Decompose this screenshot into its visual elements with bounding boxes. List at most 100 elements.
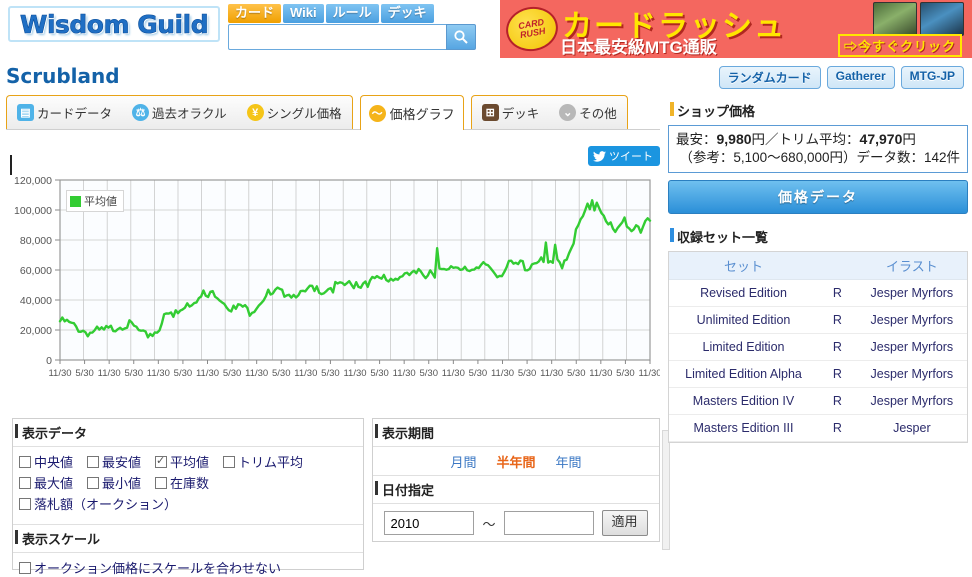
checkbox-row-2: 最大値 最小値 在庫数 <box>19 473 357 492</box>
checkbox-median-box[interactable] <box>19 455 31 468</box>
rarity-cell: R <box>818 306 857 334</box>
tab-past-oracle[interactable]: ⚖ 過去オラクル <box>122 96 237 129</box>
svg-text:60,000: 60,000 <box>20 265 52 277</box>
checkbox-average[interactable]: 平均値 <box>155 452 209 471</box>
set-name-cell[interactable]: Limited Edition <box>669 333 818 361</box>
period-options: 月間 半年間 年間 <box>373 447 659 475</box>
nav-tab-card[interactable]: カード <box>228 4 282 23</box>
gatherer-button[interactable]: Gatherer <box>826 66 895 89</box>
nav-tab-deck[interactable]: デッキ <box>380 4 434 23</box>
svg-text:5/30: 5/30 <box>272 368 291 379</box>
checkbox-max[interactable]: 最大値 <box>19 473 73 492</box>
random-card-button[interactable]: ランダムカード <box>718 66 821 89</box>
price-chart[interactable]: 0 20,000 40,000 60,000 80,000 100,000 120,000 1… <box>4 168 660 408</box>
content-tab-bar: ▤ カードデータ ⚖ 過去オラクル ¥ シングル価格 〜 価格グラフ ⊞ デッキ <box>6 94 660 130</box>
twitter-bird-icon <box>593 150 606 162</box>
inner-scrollbar[interactable] <box>662 430 670 550</box>
svg-text:5/30: 5/30 <box>469 368 488 379</box>
checkbox-min-box[interactable] <box>87 476 100 489</box>
yen-icon: ¥ <box>246 104 264 121</box>
checkbox-auction-price-box[interactable] <box>19 497 31 510</box>
checkbox-row-3: 落札額（オークション） <box>19 494 357 513</box>
set-list-title: 収録セット一覧 <box>668 222 968 251</box>
display-data-title: 表示データ <box>13 419 363 447</box>
svg-text:5/30: 5/30 <box>420 368 439 379</box>
mtg-jp-button[interactable]: MTG-JP <box>900 66 964 89</box>
checkbox-stock[interactable]: 在庫数 <box>155 473 209 492</box>
set-column-header: セット <box>669 252 818 280</box>
period-option-monthly[interactable]: 月間 <box>450 452 476 471</box>
table-row[interactable]: Unlimited Edition R Jesper Myrfors <box>669 306 967 334</box>
checkbox-lowest-box[interactable] <box>87 455 100 468</box>
tab-deck[interactable]: ⊞ デッキ <box>472 96 550 129</box>
checkbox-stock-box[interactable] <box>155 476 168 489</box>
svg-text:20,000: 20,000 <box>20 325 52 337</box>
page-title: Scrubland <box>6 64 120 88</box>
svg-text:11/30: 11/30 <box>294 368 317 379</box>
table-row[interactable]: Masters Edition III R Jesper <box>669 414 967 442</box>
checkbox-max-box[interactable] <box>19 476 31 489</box>
checkbox-median[interactable]: 中央値 <box>19 452 73 471</box>
display-data-body: 中央値 最安値 平均値 トリム平均 最大値 <box>13 447 363 521</box>
apply-button[interactable]: 適用 <box>601 510 648 536</box>
oracle-scales-icon: ⚖ <box>132 104 150 121</box>
shop-price-avg-value: 47,970 <box>859 131 903 147</box>
tab-price-graph[interactable]: 〜 価格グラフ <box>359 95 464 130</box>
ad-card-images <box>873 2 964 36</box>
set-name-cell[interactable]: Masters Edition III <box>669 414 818 442</box>
checkbox-lowest-label: 最安値 <box>102 455 142 470</box>
date-to-input[interactable] <box>503 511 594 535</box>
checkbox-auction-price[interactable]: 落札額（オークション） <box>19 494 177 513</box>
site-logo[interactable]: Wisdom Guild <box>8 6 220 42</box>
checkbox-trimmed-mean[interactable]: トリム平均 <box>223 452 303 471</box>
svg-text:11/30: 11/30 <box>98 368 121 379</box>
table-row[interactable]: Limited Edition R Jesper Myrfors <box>669 333 967 361</box>
period-option-yearly[interactable]: 年間 <box>556 452 582 471</box>
svg-text:5/30: 5/30 <box>567 368 586 379</box>
svg-text:11/30: 11/30 <box>48 368 71 379</box>
tab-single-price[interactable]: ¥ シングル価格 <box>237 96 352 129</box>
table-row[interactable]: Masters Edition IV R Jesper Myrfors <box>669 387 967 415</box>
checkbox-lowest[interactable]: 最安値 <box>87 452 141 471</box>
period-panel: 表示期間 月間 半年間 年間 日付指定 ～ 適用 <box>372 418 660 542</box>
set-name-cell[interactable]: Revised Edition <box>669 279 818 307</box>
search-button[interactable] <box>446 24 476 50</box>
checkbox-no-auction-scale-box[interactable] <box>19 561 31 574</box>
table-row[interactable]: Limited Edition Alpha R Jesper Myrfors <box>669 360 967 388</box>
date-range-row: ～ 適用 <box>373 504 659 540</box>
svg-text:11/30: 11/30 <box>343 368 366 379</box>
period-option-half-year[interactable]: 半年間 <box>496 452 535 471</box>
checkbox-no-auction-scale[interactable]: オークション価格にスケールを合わせない <box>19 558 281 577</box>
search-input[interactable] <box>228 24 446 50</box>
checkbox-average-box[interactable] <box>155 454 168 468</box>
date-from-input[interactable] <box>384 511 475 535</box>
artist-cell[interactable]: Jesper Myrfors <box>856 387 967 415</box>
tab-other[interactable]: ⌄ その他 <box>549 96 627 129</box>
artist-cell[interactable]: Jesper Myrfors <box>856 333 967 361</box>
artist-cell[interactable]: Jesper Myrfors <box>856 279 967 307</box>
artist-cell[interactable]: Jesper Myrfors <box>856 306 967 334</box>
tab-card-data[interactable]: ▤ カードデータ <box>7 96 122 129</box>
ad-cta-button[interactable]: ⇨今すぐクリック <box>837 34 962 57</box>
table-row[interactable]: Revised Edition R Jesper Myrfors <box>669 279 967 307</box>
rarity-cell: R <box>818 414 857 442</box>
nav-tab-rules[interactable]: ルール <box>325 4 379 23</box>
ad-banner[interactable]: CARD RUSH カードラッシュ 日本最安級MTG通販 ⇨今すぐクリック <box>500 0 972 58</box>
rarity-cell: R <box>818 360 857 388</box>
artist-cell[interactable]: Jesper Myrfors <box>856 360 967 388</box>
set-list-header-row: セット イラスト <box>669 252 967 280</box>
price-data-button[interactable]: 価格データ <box>668 180 968 214</box>
checkbox-trimmed-mean-box[interactable] <box>223 455 236 468</box>
set-name-cell[interactable]: Masters Edition IV <box>669 387 818 415</box>
tweet-button[interactable]: ツイート <box>588 146 660 166</box>
checkbox-min[interactable]: 最小値 <box>87 473 141 492</box>
artist-cell[interactable]: Jesper <box>856 414 967 442</box>
checkbox-trimmed-mean-label: トリム平均 <box>238 455 304 470</box>
nav-tab-wiki[interactable]: Wiki <box>283 4 324 23</box>
checkbox-median-label: 中央値 <box>34 455 74 470</box>
set-name-cell[interactable]: Limited Edition Alpha <box>669 360 818 388</box>
legend-swatch-average <box>70 195 81 207</box>
tab-price-graph-label: 価格グラフ <box>389 106 455 122</box>
set-name-cell[interactable]: Unlimited Edition <box>669 306 818 334</box>
card-data-icon: ▤ <box>17 104 34 121</box>
